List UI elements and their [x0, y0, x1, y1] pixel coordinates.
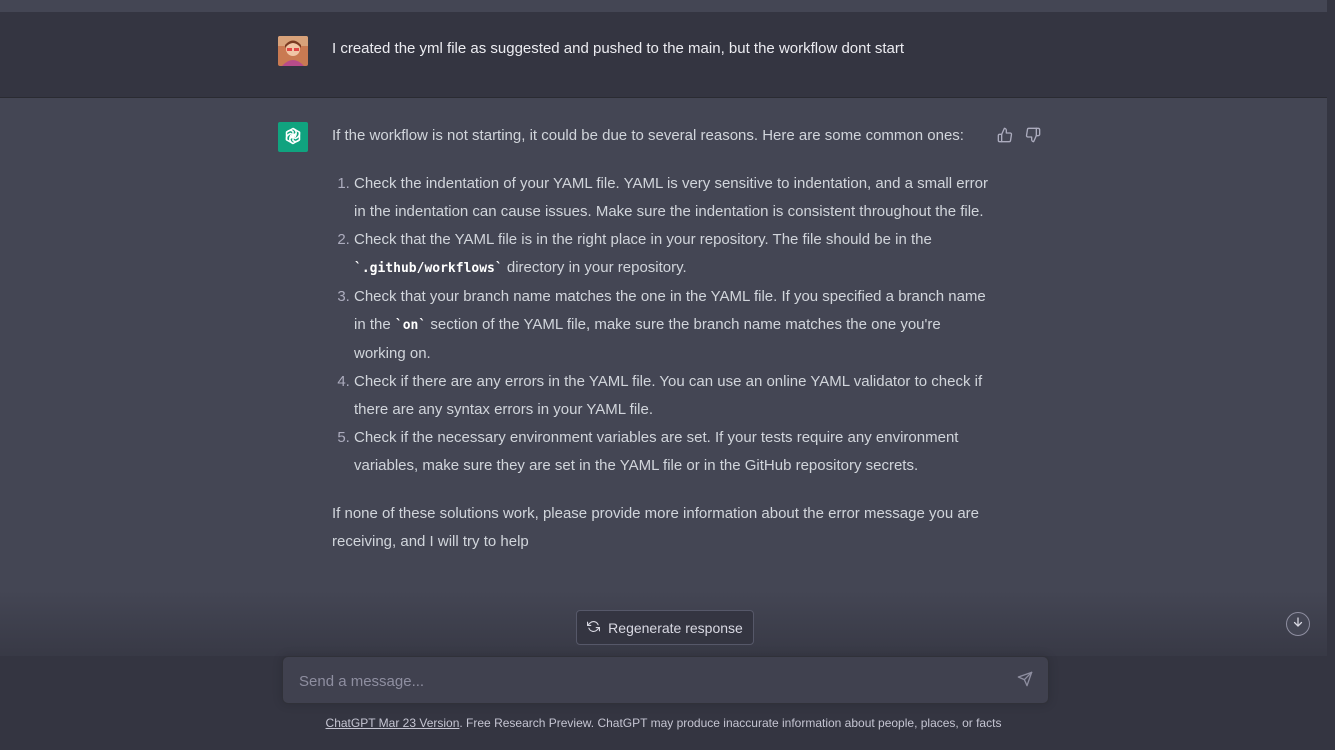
thumbs-up-icon[interactable] — [996, 126, 1014, 144]
footer-disclaimer: ChatGPT Mar 23 Version. Free Research Pr… — [0, 716, 1327, 730]
list-item: Check the indentation of your YAML file.… — [354, 170, 992, 226]
user-message-text: I created the yml file as suggested and … — [332, 40, 904, 57]
list-item: Check that your branch name matches the … — [354, 283, 992, 368]
message-input[interactable] — [297, 669, 1001, 693]
send-icon — [1017, 671, 1033, 692]
assistant-reply: If the workflow is not starting, it coul… — [332, 122, 992, 556]
user-message-row: I created the yml file as suggested and … — [0, 12, 1327, 98]
regenerate-response-button[interactable]: Regenerate response — [576, 610, 754, 645]
assistant-message-row: If the workflow is not starting, it coul… — [0, 98, 1327, 658]
inline-code: `.github/workflows` — [354, 261, 503, 276]
openai-logo-icon — [278, 122, 308, 152]
list-item: Check if the necessary environment varia… — [354, 424, 992, 480]
list-item: Check that the YAML file is in the right… — [354, 226, 992, 283]
reply-intro: If the workflow is not starting, it coul… — [332, 127, 964, 144]
message-composer — [282, 656, 1049, 704]
reply-outro: If none of these solutions work, please … — [332, 505, 980, 550]
reply-list: Check the indentation of your YAML file.… — [332, 170, 992, 480]
scrollbar[interactable] — [1327, 0, 1335, 750]
refresh-icon — [587, 620, 601, 636]
list-item: Check if there are any errors in the YAM… — [354, 368, 992, 424]
arrow-down-icon — [1292, 615, 1304, 633]
send-button[interactable] — [1016, 671, 1034, 692]
scroll-to-bottom-button[interactable] — [1286, 612, 1310, 636]
thumbs-down-icon[interactable] — [1024, 126, 1042, 144]
user-avatar — [278, 36, 308, 66]
regenerate-label: Regenerate response — [608, 619, 743, 636]
version-link[interactable]: ChatGPT Mar 23 Version — [326, 716, 460, 730]
inline-code: `on` — [394, 318, 427, 333]
footer-text: . Free Research Preview. ChatGPT may pro… — [459, 716, 1002, 730]
